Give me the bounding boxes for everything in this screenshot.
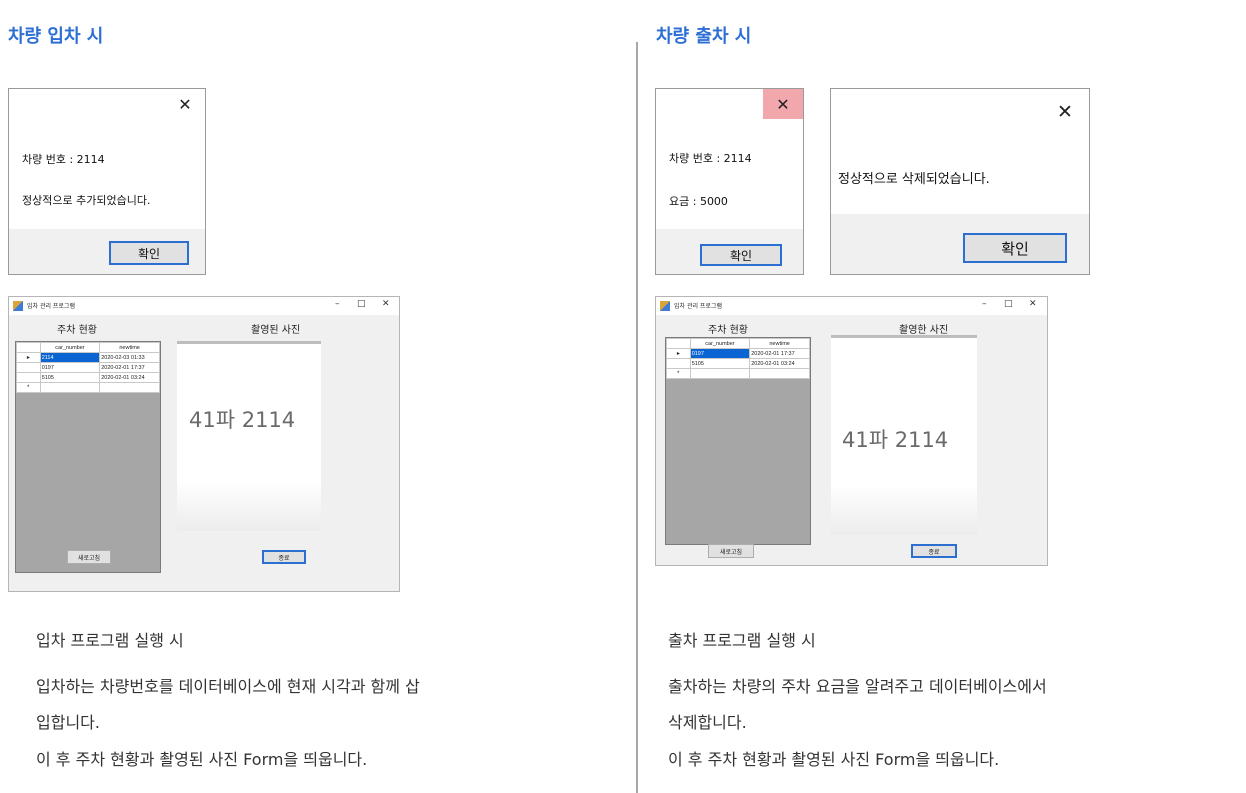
table-row[interactable]: 5105 2020-02-01 03:24 bbox=[666, 358, 810, 369]
newtime-cell[interactable]: 2020-02-01 03:24 bbox=[749, 358, 810, 369]
window-title: 입차 관리 프로그램 bbox=[27, 303, 75, 310]
close-icon[interactable]: ✕ bbox=[1029, 299, 1037, 309]
parking-status-label: 주차 현황 bbox=[57, 325, 97, 336]
close-icon[interactable]: ✕ bbox=[1041, 89, 1089, 135]
table-row[interactable]: 5105 2020-02-01 03:24 bbox=[16, 372, 160, 383]
table-row[interactable]: ▸ 2114 2020-02-03 01:33 bbox=[16, 352, 160, 363]
entry-desc-line-1: 입차 프로그램 실행 시 bbox=[36, 631, 184, 650]
newtime-cell[interactable] bbox=[749, 368, 810, 379]
grid-header-row: car_number newtime bbox=[16, 342, 160, 353]
car-number-text: 차량 번호 : 2114 bbox=[669, 152, 752, 165]
ok-button[interactable]: 확인 bbox=[109, 241, 189, 265]
deleted-message-box: ✕ 정상적으로 삭제되었습니다. 확인 bbox=[830, 88, 1090, 275]
new-row-indicator: * bbox=[16, 382, 41, 393]
ok-button[interactable]: 확인 bbox=[963, 233, 1067, 263]
app-icon bbox=[660, 301, 670, 311]
parking-status-label: 주차 현황 bbox=[708, 325, 748, 336]
column-header-car-number[interactable]: car_number bbox=[689, 338, 751, 349]
row-header-cell bbox=[16, 342, 41, 353]
parking-data-grid[interactable]: car_number newtime ▸ 2114 2020-02-03 01:… bbox=[15, 341, 161, 573]
exit-button[interactable]: 종료 bbox=[911, 544, 957, 558]
table-row[interactable]: ▸ 0197 2020-02-01 17:37 bbox=[666, 348, 810, 359]
entry-program-window: 입차 관리 프로그램 – □ ✕ 주차 현황 촬영된 사진 car_number… bbox=[8, 296, 400, 592]
newtime-cell[interactable]: 2020-02-01 17:37 bbox=[749, 348, 810, 359]
car-number-cell[interactable]: 5105 bbox=[39, 372, 101, 383]
row-indicator bbox=[666, 358, 691, 369]
car-number-cell[interactable]: 5105 bbox=[689, 358, 751, 369]
captured-photo: 41파 2114 bbox=[831, 335, 977, 535]
close-icon[interactable]: ✕ bbox=[382, 299, 390, 309]
row-indicator bbox=[16, 372, 41, 383]
car-number-cell[interactable]: 0197 bbox=[689, 348, 751, 359]
exit-desc-line-4: 이 후 주차 현황과 촬영된 사진 Form을 띄웁니다. bbox=[668, 750, 1000, 769]
captured-photo: 41파 2114 bbox=[177, 341, 321, 531]
fee-text: 요금 : 5000 bbox=[669, 195, 728, 208]
row-indicator bbox=[16, 362, 41, 373]
exit-desc-line-3: 삭제합니다. bbox=[668, 713, 747, 732]
row-header-cell bbox=[666, 338, 691, 349]
car-number-cell[interactable]: 0197 bbox=[39, 362, 101, 373]
entry-desc-line-2: 입차하는 차량번호를 데이터베이스에 현재 시각과 함께 삽 bbox=[36, 677, 420, 696]
window-title: 입차 관리 프로그램 bbox=[674, 303, 722, 310]
grid-header-row: car_number newtime bbox=[666, 338, 810, 349]
car-number-cell[interactable] bbox=[689, 368, 751, 379]
car-number-cell[interactable]: 2114 bbox=[39, 352, 101, 363]
captured-photo-label: 촬영한 사진 bbox=[899, 325, 949, 336]
column-header-car-number[interactable]: car_number bbox=[39, 342, 101, 353]
new-row[interactable]: * bbox=[666, 368, 810, 379]
exit-program-window: 입차 관리 프로그램 – □ ✕ 주차 현황 촬영한 사진 car_number… bbox=[655, 296, 1048, 566]
license-plate-text: 41파 2114 bbox=[189, 408, 296, 432]
entry-heading: 차량 입차 시 bbox=[8, 26, 104, 47]
photo-shade bbox=[177, 481, 321, 531]
new-row-indicator: * bbox=[666, 368, 691, 379]
newtime-cell[interactable] bbox=[99, 382, 160, 393]
minimize-icon[interactable]: – bbox=[335, 299, 340, 309]
close-icon[interactable]: ✕ bbox=[763, 89, 803, 119]
exit-heading: 차량 출차 시 bbox=[656, 26, 752, 47]
newtime-cell[interactable]: 2020-02-03 01:33 bbox=[99, 352, 160, 363]
app-icon bbox=[13, 301, 23, 311]
ok-button[interactable]: 확인 bbox=[700, 244, 782, 266]
minimize-icon[interactable]: – bbox=[982, 299, 987, 309]
entry-message-box: ✕ 차량 번호 : 2114 정상적으로 추가되었습니다. 확인 bbox=[8, 88, 206, 275]
photo-shade bbox=[831, 485, 977, 535]
car-number-text: 차량 번호 : 2114 bbox=[22, 153, 105, 166]
parking-data-grid[interactable]: car_number newtime ▸ 0197 2020-02-01 17:… bbox=[665, 337, 811, 545]
grid-table: car_number newtime ▸ 0197 2020-02-01 17:… bbox=[666, 338, 810, 379]
exit-desc-line-2: 출차하는 차량의 주차 요금을 알려주고 데이터베이스에서 bbox=[668, 677, 1047, 696]
newtime-cell[interactable]: 2020-02-01 17:37 bbox=[99, 362, 160, 373]
entry-desc-line-4: 이 후 주차 현황과 촬영된 사진 Form을 띄웁니다. bbox=[36, 750, 368, 769]
deleted-message-text: 정상적으로 삭제되었습니다. bbox=[838, 172, 990, 187]
exit-desc-line-1: 출차 프로그램 실행 시 bbox=[668, 631, 816, 650]
exit-button[interactable]: 종료 bbox=[262, 550, 306, 564]
grid-table: car_number newtime ▸ 2114 2020-02-03 01:… bbox=[16, 342, 160, 393]
maximize-icon[interactable]: □ bbox=[357, 299, 366, 309]
refresh-button[interactable]: 새로고침 bbox=[67, 550, 111, 564]
table-row[interactable]: 0197 2020-02-01 17:37 bbox=[16, 362, 160, 373]
entry-desc-line-3: 입합니다. bbox=[36, 713, 100, 732]
refresh-button[interactable]: 새로고침 bbox=[708, 544, 754, 558]
added-message-text: 정상적으로 추가되었습니다. bbox=[22, 194, 151, 207]
captured-photo-label: 촬영된 사진 bbox=[251, 325, 301, 336]
column-divider bbox=[636, 42, 638, 793]
fee-message-box: ✕ 차량 번호 : 2114 요금 : 5000 확인 bbox=[655, 88, 804, 275]
newtime-cell[interactable]: 2020-02-01 03:24 bbox=[99, 372, 160, 383]
maximize-icon[interactable]: □ bbox=[1004, 299, 1013, 309]
license-plate-text: 41파 2114 bbox=[842, 428, 949, 452]
column-header-newtime[interactable]: newtime bbox=[749, 338, 810, 349]
new-row[interactable]: * bbox=[16, 382, 160, 393]
current-row-indicator: ▸ bbox=[666, 348, 691, 359]
current-row-indicator: ▸ bbox=[16, 352, 41, 363]
column-header-newtime[interactable]: newtime bbox=[99, 342, 160, 353]
close-icon[interactable]: ✕ bbox=[165, 89, 205, 119]
car-number-cell[interactable] bbox=[39, 382, 101, 393]
